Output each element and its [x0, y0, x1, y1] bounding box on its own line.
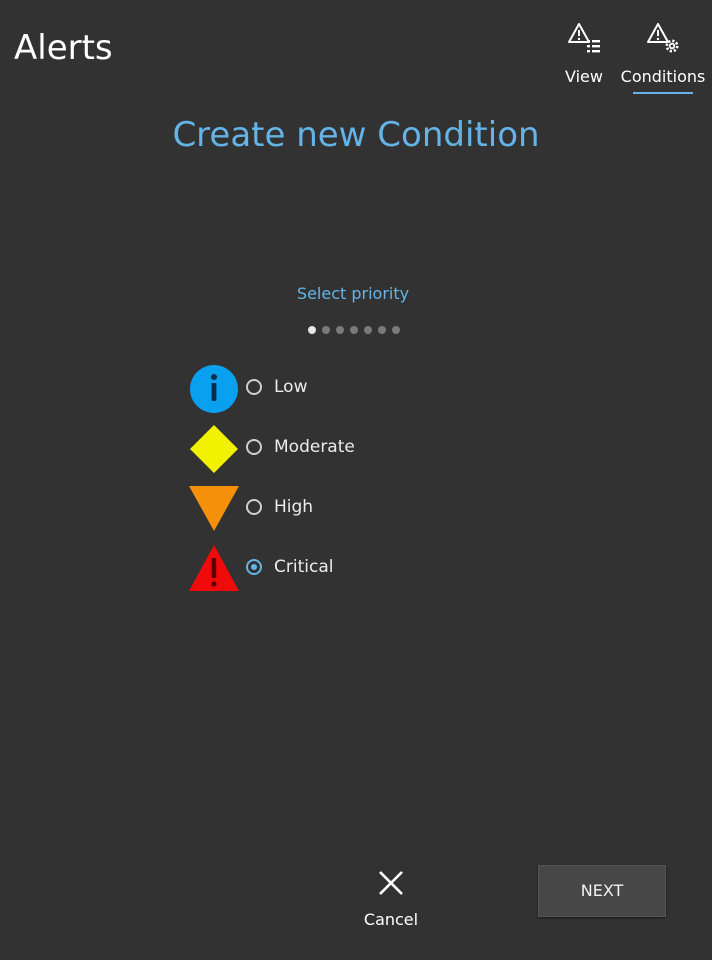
alert-settings-icon	[647, 23, 679, 53]
step-dot	[336, 326, 344, 334]
diamond-icon	[190, 425, 238, 473]
close-icon	[379, 871, 403, 895]
radio-critical[interactable]	[246, 559, 262, 575]
step-dot-active	[308, 326, 316, 334]
exclamation-triangle-icon	[189, 545, 239, 591]
priority-label-low: Low	[274, 377, 308, 397]
tab-conditions-label: Conditions	[620, 67, 706, 86]
radio-high[interactable]	[246, 499, 262, 515]
page-heading: Create new Condition	[172, 115, 540, 155]
active-tab-indicator	[633, 92, 693, 94]
priority-label-high: High	[274, 497, 314, 517]
step-label: Select priority	[296, 284, 410, 303]
info-circle-icon	[190, 365, 238, 413]
step-dot	[364, 326, 372, 334]
down-triangle-icon	[189, 486, 239, 531]
app-title: Alerts	[14, 28, 113, 68]
priority-option-low[interactable]: Low	[188, 364, 448, 414]
priority-option-high[interactable]: High	[188, 484, 448, 534]
step-dot	[392, 326, 400, 334]
cancel-button[interactable]: Cancel	[350, 868, 432, 930]
tab-view-label: View	[565, 67, 603, 86]
alert-list-icon	[568, 23, 600, 53]
next-button[interactable]: NEXT	[538, 865, 666, 917]
priority-option-moderate[interactable]: Moderate	[188, 424, 448, 474]
step-dot	[350, 326, 358, 334]
radio-low[interactable]	[246, 379, 262, 395]
step-indicator	[308, 326, 400, 334]
step-dot	[378, 326, 386, 334]
priority-option-critical[interactable]: Critical	[188, 544, 448, 594]
tab-view[interactable]: View	[559, 20, 609, 87]
radio-moderate[interactable]	[246, 439, 262, 455]
tab-conditions[interactable]: Conditions	[620, 20, 706, 87]
priority-label-critical: Critical	[274, 557, 334, 577]
cancel-label: Cancel	[363, 910, 419, 929]
step-dot	[322, 326, 330, 334]
priority-label-moderate: Moderate	[274, 437, 355, 457]
